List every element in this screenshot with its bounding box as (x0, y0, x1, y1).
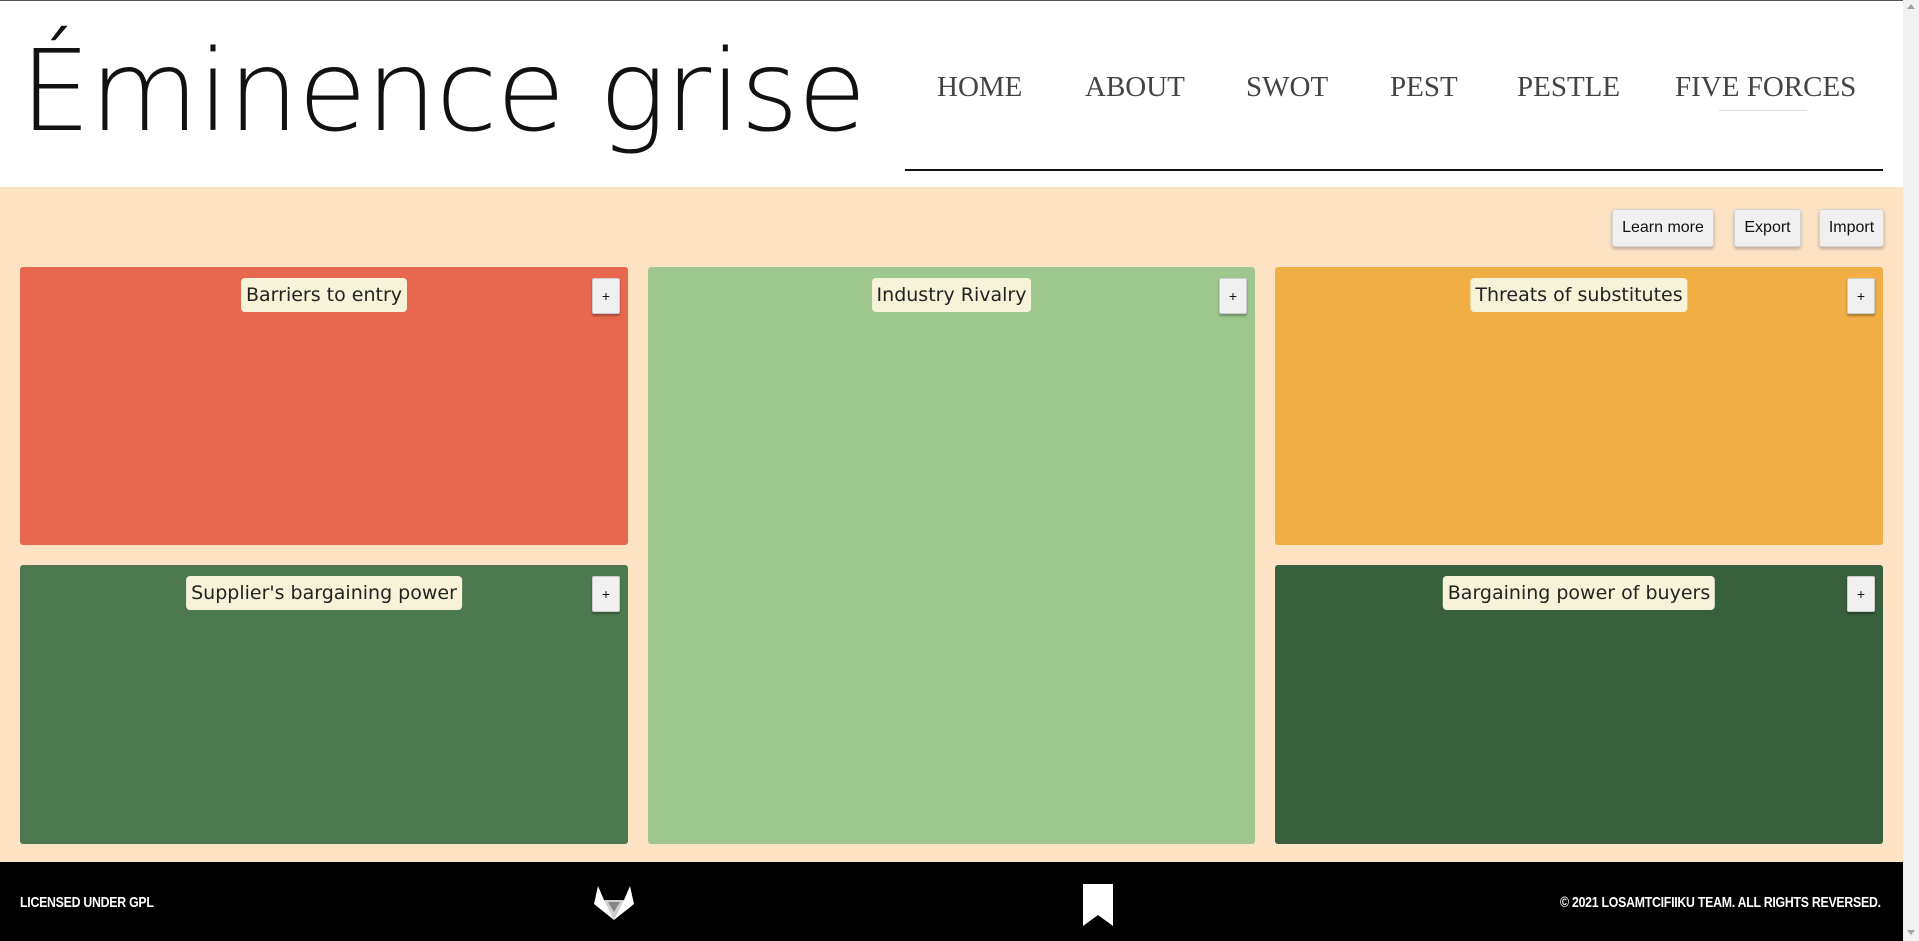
panel-title-bargaining-power-of-buyers: Bargaining power of buyers (1442, 576, 1716, 610)
learn-more-button[interactable]: Learn more (1612, 209, 1714, 247)
panel-bargaining-power-of-buyers: Bargaining power of buyers + (1275, 565, 1883, 844)
active-nav-indicator (1719, 110, 1807, 111)
add-buyers-button[interactable]: + (1847, 576, 1875, 612)
nav-item-pest[interactable]: PEST (1390, 71, 1458, 104)
nav-item-home[interactable]: HOME (937, 71, 1022, 104)
panel-title-barriers-to-entry: Barriers to entry (240, 278, 408, 312)
main-nav: HOME ABOUT SWOT PEST PESTLE FIVE FORCES (905, 61, 1883, 171)
nav-item-pestle[interactable]: PESTLE (1517, 71, 1620, 104)
nav-item-about[interactable]: ABOUT (1085, 71, 1185, 104)
page-scrollbar[interactable] (1903, 0, 1919, 941)
nav-item-swot[interactable]: SWOT (1246, 71, 1328, 104)
gitlab-icon[interactable] (592, 882, 636, 922)
panel-barriers-to-entry: Barriers to entry + (20, 267, 628, 545)
panel-threats-of-substitutes: Threats of substitutes + (1275, 267, 1883, 545)
add-substitutes-button[interactable]: + (1847, 278, 1875, 314)
copyright-text: © 2021 LOSAMTCIFIIKU TEAM. ALL RIGHTS RE… (1560, 894, 1881, 911)
panel-title-threats-of-substitutes: Threats of substitutes (1470, 278, 1688, 312)
scroll-down-arrow-icon[interactable] (1907, 930, 1915, 935)
export-button[interactable]: Export (1734, 209, 1801, 247)
panel-industry-rivalry: Industry Rivalry + (648, 267, 1255, 844)
add-barriers-button[interactable]: + (592, 278, 620, 314)
panel-suppliers-bargaining-power: Supplier's bargaining power + (20, 565, 628, 844)
add-rivalry-button[interactable]: + (1219, 278, 1247, 314)
nav-item-five-forces[interactable]: FIVE FORCES (1675, 71, 1856, 104)
site-footer: LICENSED UNDER GPL © 2021 LOSAMTCIFIIKU … (0, 862, 1903, 941)
import-button[interactable]: Import (1819, 209, 1884, 247)
bookmark-icon[interactable] (1083, 884, 1113, 926)
panel-title-suppliers-bargaining-power: Supplier's bargaining power (186, 576, 462, 610)
license-text[interactable]: LICENSED UNDER GPL (20, 894, 154, 911)
scroll-up-arrow-icon[interactable] (1907, 4, 1915, 9)
panel-title-industry-rivalry: Industry Rivalry (871, 278, 1032, 312)
add-suppliers-button[interactable]: + (592, 576, 620, 612)
site-header: Éminence grise HOME ABOUT SWOT PEST PEST… (0, 1, 1903, 187)
site-logo[interactable]: Éminence grise (20, 17, 867, 167)
